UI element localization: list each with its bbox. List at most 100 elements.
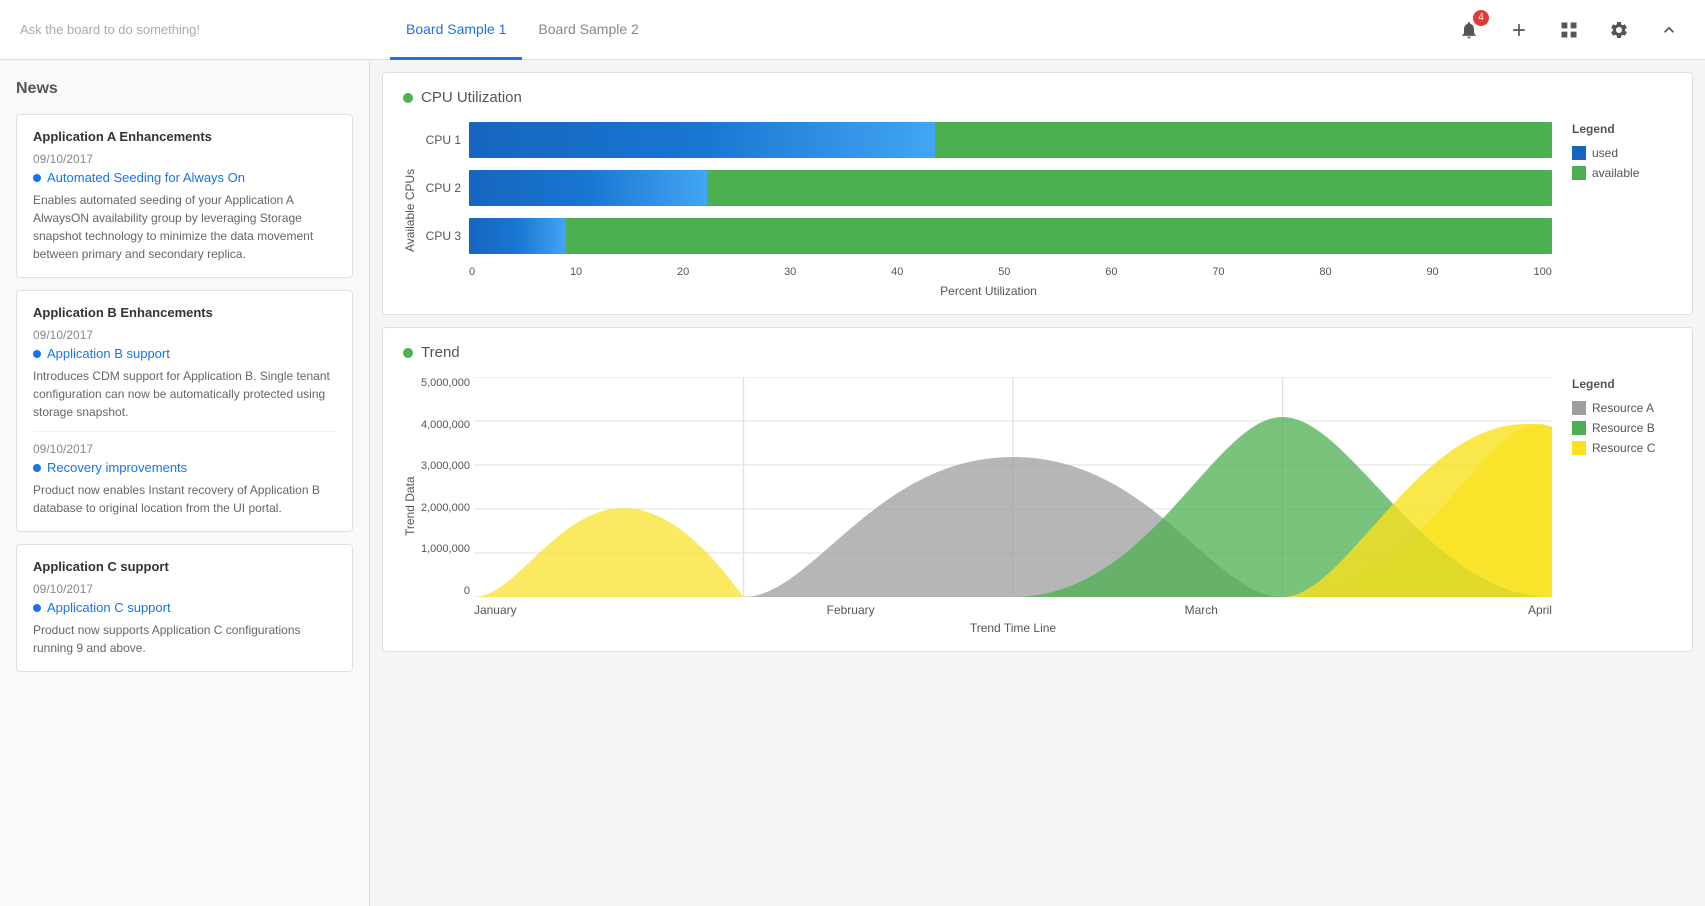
trend-legend: Legend Resource A Resource B Resource C [1572, 377, 1672, 635]
cpu-legend-title: Legend [1572, 122, 1615, 136]
cpu-chart-panel: CPU Utilization Available CPUs CPU 1 [382, 72, 1693, 315]
news-dot-c1 [33, 604, 41, 612]
cpu-chart-wrapper: Available CPUs CPU 1 [403, 122, 1552, 298]
resource-a-swatch [1572, 401, 1586, 415]
cpu-status-dot [403, 93, 413, 103]
ask-input: Ask the board to do something! [20, 22, 390, 37]
cpu-x-ticks: 0 10 20 30 40 50 60 70 80 90 100 [425, 266, 1552, 278]
news-dot-b1 [33, 350, 41, 358]
trend-legend-a: Resource A [1572, 401, 1654, 415]
cpu-chart-content: Available CPUs CPU 1 [403, 122, 1672, 298]
add-icon [1509, 20, 1529, 40]
cpu-legend: Legend used available [1572, 122, 1672, 298]
cpu-bar-row-1: CPU 1 [425, 122, 1552, 158]
y-tick-3m: 3,000,000 [421, 460, 470, 472]
trend-chart-panel: Trend Trend Data 0 1,000,000 2,000,000 3… [382, 327, 1693, 652]
news-date-c1: 09/10/2017 [33, 582, 336, 596]
x-tick-90: 90 [1426, 266, 1438, 278]
trend-status-dot [403, 348, 413, 358]
cpu-3-track [469, 218, 1552, 254]
cpu-2-available [707, 170, 1552, 206]
trend-x-axis-label: Trend Time Line [474, 621, 1552, 635]
x-tick-60: 60 [1105, 266, 1117, 278]
cpu-chart-title: CPU Utilization [421, 89, 522, 106]
y-tick-2m: 2,000,000 [421, 502, 470, 514]
x-tick-70: 70 [1212, 266, 1224, 278]
news-card-app-c: Application C support 09/10/2017 Applica… [16, 544, 353, 672]
cpu-2-used [469, 170, 707, 206]
cpu-3-label: CPU 3 [425, 229, 461, 243]
resource-c-swatch [1572, 441, 1586, 455]
y-tick-0: 0 [421, 585, 470, 597]
tab-board-sample-2[interactable]: Board Sample 2 [522, 1, 654, 60]
cpu-bars: CPU 1 CPU 2 [425, 122, 1552, 254]
y-tick-4m: 4,000,000 [421, 419, 470, 431]
cpu-x-axis-label: Percent Utilization [425, 284, 1552, 298]
tab-label-1: Board Sample 1 [406, 21, 506, 37]
x-tick-30: 30 [784, 266, 796, 278]
cpu-legend-used: used [1572, 146, 1618, 160]
notification-badge: 4 [1473, 10, 1489, 26]
cpu-3-available [566, 218, 1552, 254]
news-label-a1: Automated Seeding for Always On [33, 170, 336, 185]
main-content: CPU Utilization Available CPUs CPU 1 [370, 60, 1705, 906]
cpu-chart-header: CPU Utilization [403, 89, 1672, 106]
cpu-1-track [469, 122, 1552, 158]
trend-svg-wrapper: January February March April Trend Time … [474, 377, 1552, 635]
x-tick-40: 40 [891, 266, 903, 278]
trend-x-ticks: January February March April [474, 599, 1552, 617]
news-desc-b1: Introduces CDM support for Application B… [33, 367, 336, 421]
news-separator-b [33, 431, 336, 432]
news-label-text-b2: Recovery improvements [47, 460, 187, 475]
x-tick-50: 50 [998, 266, 1010, 278]
trend-y-tick-labels: 0 1,000,000 2,000,000 3,000,000 4,000,00… [421, 377, 470, 597]
news-label-b2: Recovery improvements [33, 460, 336, 475]
collapse-button[interactable] [1653, 14, 1685, 46]
cpu-available-swatch [1572, 166, 1586, 180]
add-button[interactable] [1503, 14, 1535, 46]
trend-legend-title: Legend [1572, 377, 1615, 391]
cpu-legend-available: available [1572, 166, 1639, 180]
news-card-app-b: Application B Enhancements 09/10/2017 Ap… [16, 290, 353, 532]
settings-button[interactable] [1603, 14, 1635, 46]
y-tick-5m: 5,000,000 [421, 377, 470, 389]
y-tick-1m: 1,000,000 [421, 543, 470, 555]
news-desc-c1: Product now supports Application C confi… [33, 621, 336, 657]
topbar-icons: 4 [1453, 14, 1685, 46]
notification-button[interactable]: 4 [1453, 14, 1485, 46]
trend-chart-content: Trend Data 0 1,000,000 2,000,000 3,000,0… [403, 377, 1672, 635]
trend-chart-inner: Trend Data 0 1,000,000 2,000,000 3,000,0… [403, 377, 1552, 635]
trend-legend-c: Resource C [1572, 441, 1655, 455]
chevron-up-icon [1659, 20, 1679, 40]
cpu-3-used [469, 218, 566, 254]
news-label-text-c1: Application C support [47, 600, 171, 615]
tab-bar: Board Sample 1 Board Sample 2 [390, 0, 1453, 59]
cpu-y-axis-label: Available CPUs [403, 122, 417, 298]
x-tick-100: 100 [1534, 266, 1552, 278]
gear-icon [1609, 20, 1629, 40]
cpu-2-track [469, 170, 1552, 206]
grid-button[interactable] [1553, 14, 1585, 46]
news-dot-b2 [33, 464, 41, 472]
cpu-chart-area: CPU 1 CPU 2 [425, 122, 1552, 298]
trend-legend-b: Resource B [1572, 421, 1655, 435]
tab-board-sample-1[interactable]: Board Sample 1 [390, 1, 522, 60]
trend-y-ticks: 0 1,000,000 2,000,000 3,000,000 4,000,00… [421, 377, 470, 635]
cpu-2-label: CPU 2 [425, 181, 461, 195]
trend-svg [474, 377, 1552, 597]
x-tick-apr: April [1528, 603, 1552, 617]
grid-icon [1559, 20, 1579, 40]
news-label-b1: Application B support [33, 346, 336, 361]
notification-count: 4 [1478, 12, 1484, 23]
news-date-b1: 09/10/2017 [33, 328, 336, 342]
news-card-title-a: Application A Enhancements [33, 129, 336, 144]
x-tick-10: 10 [570, 266, 582, 278]
news-label-text-a1: Automated Seeding for Always On [47, 170, 245, 185]
news-label-c1: Application C support [33, 600, 336, 615]
news-label-text-b1: Application B support [47, 346, 170, 361]
x-tick-feb: February [827, 603, 875, 617]
cpu-1-label: CPU 1 [425, 133, 461, 147]
resource-b-swatch [1572, 421, 1586, 435]
news-card-app-a: Application A Enhancements 09/10/2017 Au… [16, 114, 353, 278]
x-tick-80: 80 [1319, 266, 1331, 278]
